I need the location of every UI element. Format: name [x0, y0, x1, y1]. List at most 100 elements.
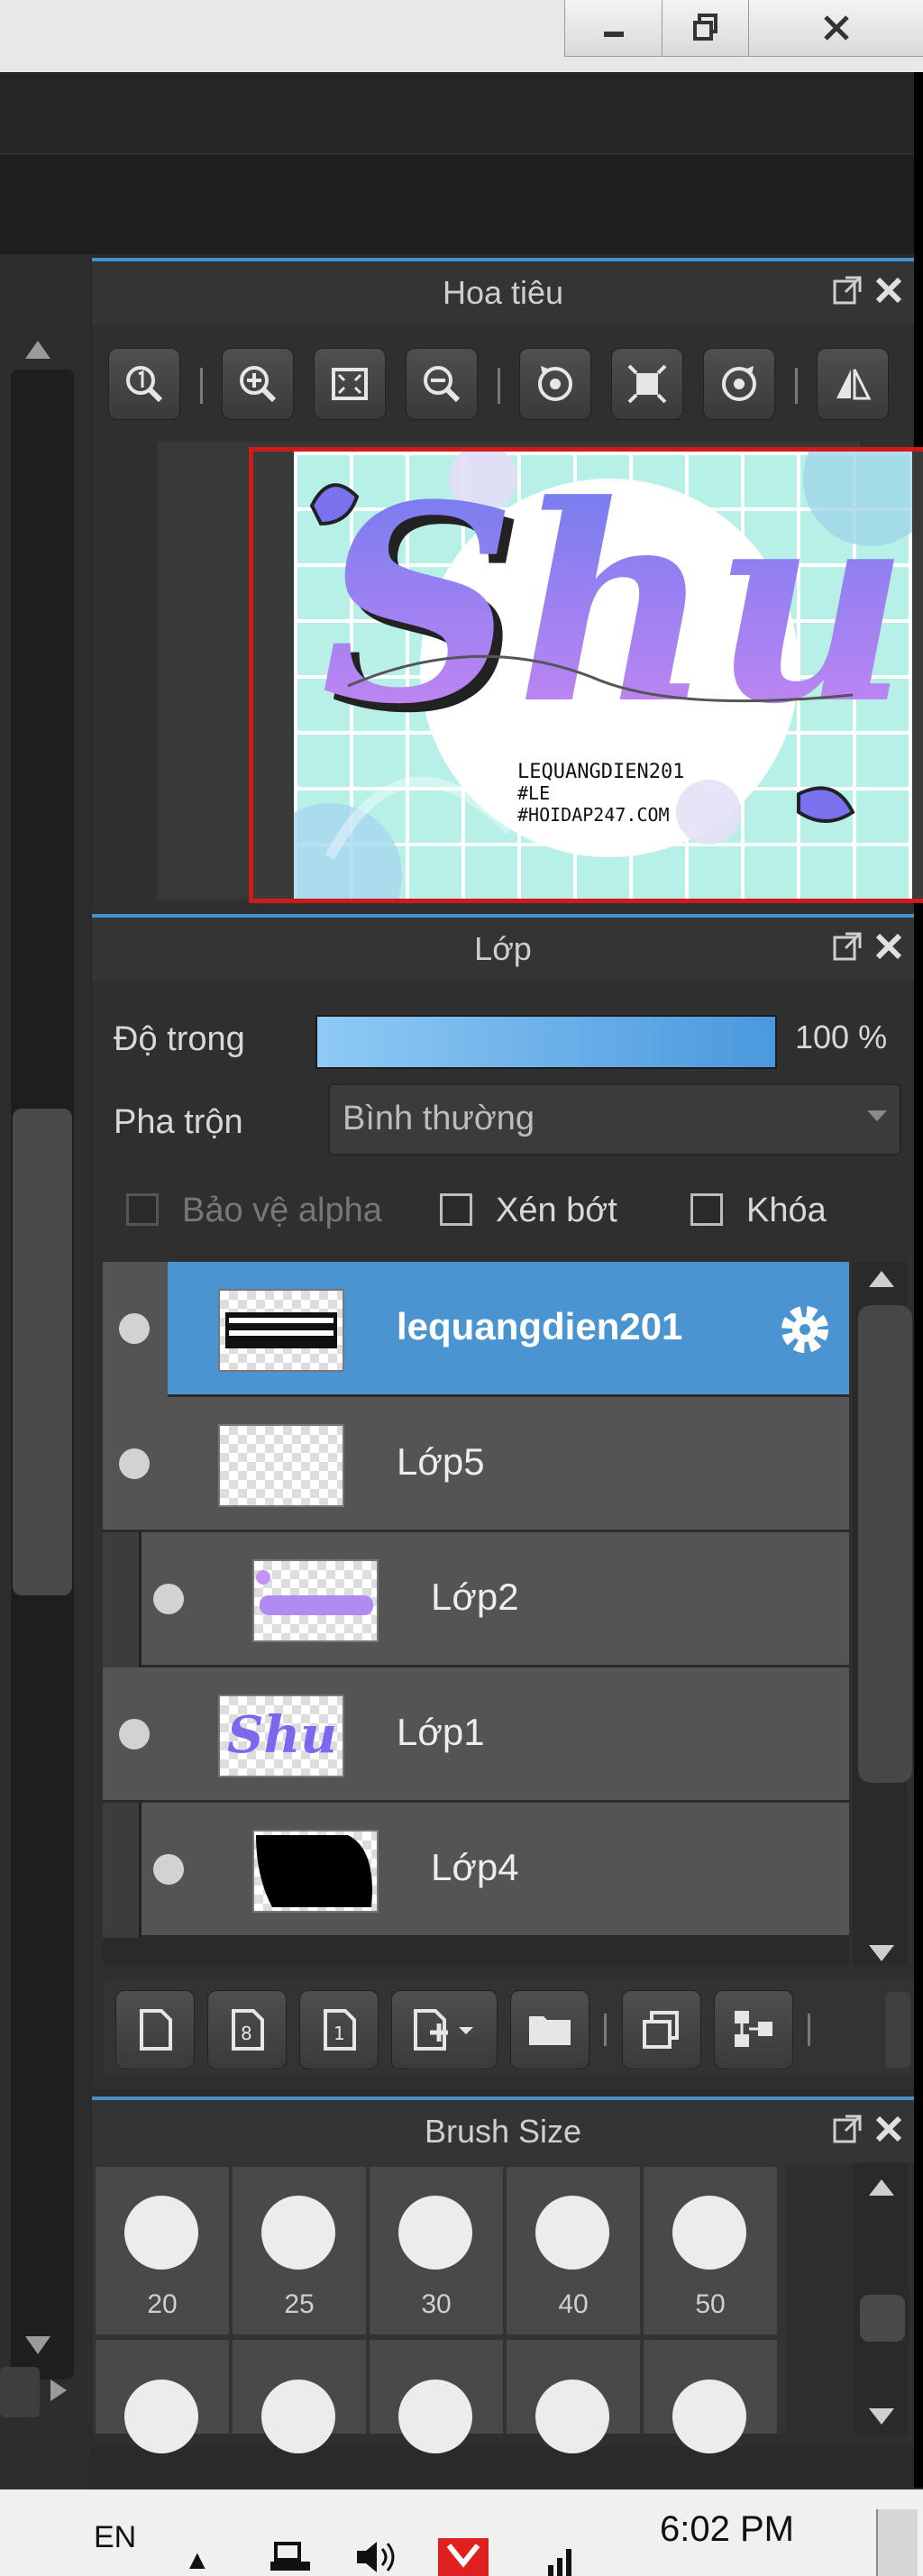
- rotate-left-button[interactable]: [519, 348, 591, 420]
- reset-view-button[interactable]: [611, 348, 683, 420]
- brush-scrollbar-thumb[interactable]: [860, 2295, 905, 2342]
- brush-dot: [261, 2196, 335, 2270]
- visibility-toggle[interactable]: [119, 1719, 150, 1749]
- visibility-toggle[interactable]: [119, 1448, 150, 1479]
- brush-size-cell[interactable]: 20: [96, 2167, 229, 2334]
- brush-size-cell[interactable]: [233, 2340, 366, 2453]
- signal-icon[interactable]: [544, 2545, 580, 2576]
- brush-size-cell[interactable]: [507, 2340, 640, 2453]
- show-desktop-button[interactable]: [876, 2509, 918, 2576]
- layer-row[interactable]: Lớp4: [103, 1803, 849, 1938]
- horizontal-scrollbar-thumb[interactable]: [0, 2367, 40, 2417]
- rotate-right-icon: [722, 366, 756, 401]
- zoom-out-icon: [424, 366, 461, 403]
- layer-row[interactable]: Lớp2: [103, 1532, 849, 1667]
- opacity-label: Độ trong: [114, 1020, 245, 1058]
- brush-size-cell[interactable]: 30: [370, 2167, 503, 2334]
- layer-thumbnail: [252, 1830, 379, 1913]
- merge-layer-button[interactable]: [714, 1990, 793, 2069]
- artwork-credit-1: LEQUANGDIEN201: [517, 761, 684, 783]
- new-1bit-layer-button[interactable]: 1: [299, 1990, 379, 2069]
- svg-text:1: 1: [334, 2023, 345, 2044]
- zoom-actual-button[interactable]: [108, 348, 180, 420]
- duplicate-layer-button[interactable]: [622, 1990, 701, 2069]
- rotate-right-button[interactable]: [703, 348, 775, 420]
- scroll-right-icon[interactable]: [50, 2380, 67, 2401]
- fit-screen-icon: [332, 368, 368, 400]
- close-panel-icon[interactable]: [871, 928, 907, 964]
- scroll-up-icon[interactable]: [869, 1271, 894, 1287]
- layer-row[interactable]: Lớp5: [103, 1397, 849, 1532]
- new-8bit-layer-button[interactable]: 8: [207, 1990, 287, 2069]
- visibility-toggle[interactable]: [153, 1854, 184, 1885]
- brush-size-cell[interactable]: 40: [507, 2167, 640, 2334]
- thumbnail-content: [256, 1570, 270, 1585]
- left-scrollbar-thumb[interactable]: [13, 1109, 72, 1595]
- brush-grid: 20 25 30 40 50: [92, 2163, 786, 2453]
- new-layer-button[interactable]: [115, 1990, 195, 2069]
- toolbar-overflow[interactable]: [885, 1992, 910, 2068]
- visibility-toggle[interactable]: [119, 1313, 150, 1344]
- gear-icon[interactable]: [775, 1300, 835, 1359]
- add-layer-icon: [414, 2009, 473, 2051]
- navigator-panel: Hoa tiêu S Shu LEQUANGDIEN201 #LE #HOIDA…: [92, 258, 923, 914]
- tray-arrow-icon[interactable]: ▲: [184, 2545, 211, 2576]
- blend-mode-select[interactable]: Bình thường: [328, 1083, 901, 1156]
- folder-icon: [529, 2016, 571, 2045]
- layer-title: Lớp: [474, 930, 532, 967]
- brush-size-cell[interactable]: 25: [233, 2167, 366, 2334]
- scroll-up-icon[interactable]: [869, 2179, 894, 2196]
- popout-icon[interactable]: [831, 274, 864, 306]
- fit-view-button[interactable]: [314, 348, 386, 420]
- zoom-in-icon: [240, 366, 277, 403]
- layer-toolbar: 8 1: [103, 1981, 914, 2075]
- layer-row[interactable]: Shu Lớp1: [103, 1667, 849, 1803]
- new-folder-button[interactable]: [510, 1990, 589, 2069]
- scroll-down-icon[interactable]: [869, 1945, 894, 1961]
- clipping-checkbox[interactable]: [440, 1193, 472, 1226]
- flip-icon: [836, 369, 872, 400]
- layer-scrollbar-thumb[interactable]: [858, 1305, 912, 1783]
- lock-checkbox[interactable]: [690, 1193, 723, 1226]
- add-layer-menu-button[interactable]: [391, 1990, 498, 2069]
- popout-icon[interactable]: [831, 2113, 864, 2145]
- brush-size-cell[interactable]: 50: [644, 2167, 777, 2334]
- layer-thumbnail: [218, 1424, 344, 1507]
- restore-button[interactable]: [662, 0, 750, 57]
- thumbnail-content: Shu: [227, 1705, 337, 1765]
- layer-thumbnail: [218, 1289, 344, 1372]
- clipping-divider: [139, 1803, 142, 1938]
- zoom-in-button[interactable]: [222, 348, 294, 420]
- zoom-out-button[interactable]: [406, 348, 478, 420]
- opacity-slider[interactable]: [315, 1015, 777, 1069]
- reset-view-icon: [627, 364, 667, 404]
- window-edge: [914, 72, 923, 2488]
- protect-alpha-checkbox[interactable]: [126, 1193, 159, 1226]
- popout-icon[interactable]: [831, 930, 864, 963]
- clock-time[interactable]: 6:02 PM: [660, 2509, 794, 2550]
- visibility-toggle[interactable]: [153, 1584, 184, 1614]
- thumbnail-content: [229, 1330, 334, 1336]
- brush-title: Brush Size: [424, 2113, 582, 2150]
- layer-row[interactable]: lequangdien201: [103, 1262, 849, 1397]
- language-indicator[interactable]: EN: [94, 2520, 136, 2555]
- scroll-down-icon[interactable]: [25, 2336, 50, 2354]
- close-window-button[interactable]: [748, 0, 923, 57]
- layer-name: Lớp1: [397, 1711, 485, 1753]
- brush-size-cell[interactable]: [96, 2340, 229, 2453]
- close-panel-icon[interactable]: [871, 272, 907, 308]
- brush-size-cell[interactable]: [370, 2340, 503, 2453]
- close-panel-icon[interactable]: [871, 2111, 907, 2147]
- new-page-icon: [140, 2009, 172, 2051]
- minimize-button[interactable]: [564, 0, 663, 57]
- scroll-down-icon[interactable]: [869, 2408, 894, 2425]
- layer-name: lequangdien201: [397, 1305, 683, 1347]
- brush-size-cell[interactable]: [644, 2340, 777, 2453]
- app-tray-icon[interactable]: [436, 2535, 490, 2576]
- navigator-preview[interactable]: S Shu LEQUANGDIEN201 #LE #HOIDAP247.COM: [249, 447, 923, 903]
- scroll-up-icon[interactable]: [25, 341, 50, 359]
- network-icon[interactable]: [269, 2538, 312, 2576]
- flip-horizontal-button[interactable]: [817, 348, 889, 420]
- artwork-credit-3: #HOIDAP247.COM: [517, 804, 670, 826]
- volume-icon[interactable]: [353, 2538, 402, 2576]
